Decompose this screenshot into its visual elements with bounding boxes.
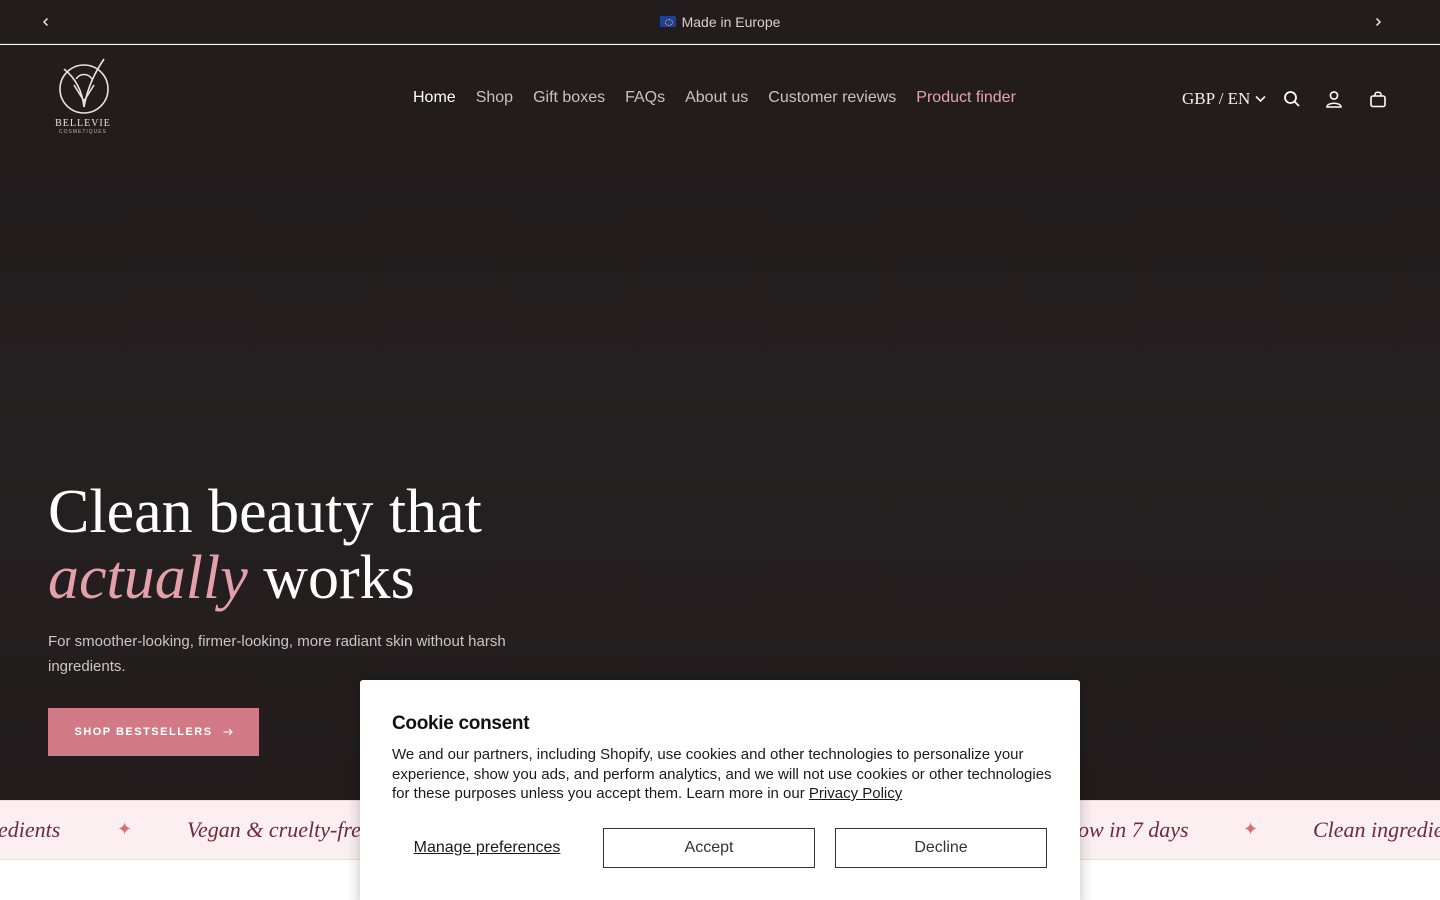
nav-about-us[interactable]: About us (685, 89, 748, 107)
currency-language-selector[interactable]: GBP / EN (1182, 89, 1266, 109)
chevron-down-icon (1255, 95, 1266, 103)
announcement-bar: Made in Europe (0, 0, 1440, 44)
announcement-text: Made in Europe (681, 13, 781, 30)
shop-bestsellers-button[interactable]: SHOP BESTSELLERS (48, 708, 259, 756)
nav-faqs[interactable]: FAQs (625, 89, 665, 107)
cookie-consent-dialog: Cookie consent We and our partners, incl… (360, 680, 1080, 900)
privacy-policy-link[interactable]: Privacy Policy (809, 785, 902, 802)
site-header: BELLEVIE COSMETIQUES Home Shop Gift boxe… (0, 45, 1440, 155)
logo-brand-text: BELLEVIE (55, 118, 111, 129)
account-icon[interactable] (1323, 88, 1345, 110)
hero-title-line1: Clean beauty that (48, 478, 482, 546)
logo[interactable]: BELLEVIE COSMETIQUES (48, 55, 118, 141)
hero-title-rest: works (247, 544, 415, 612)
sparkle-icon: ✦ (117, 819, 133, 839)
chevron-left-icon[interactable] (36, 12, 56, 32)
currency-label: GBP / EN (1182, 89, 1251, 108)
nav-home[interactable]: Home (413, 89, 456, 107)
sparkle-icon: ✦ (1243, 819, 1259, 839)
nav-customer-reviews[interactable]: Customer reviews (768, 89, 896, 107)
cookie-body-text: We and our partners, including Shopify, … (392, 746, 1052, 802)
shop-bestsellers-label: SHOP BESTSELLERS (74, 726, 213, 738)
logo-sub-text: COSMETIQUES (59, 129, 107, 135)
marquee-item: Clean ingredie (1313, 817, 1440, 842)
chevron-right-icon[interactable] (1368, 12, 1388, 32)
logo-emblem-icon (59, 58, 109, 114)
hero-title-emphasis: actually (48, 544, 248, 612)
eu-flag-icon (659, 16, 676, 27)
announcement-message: Made in Europe (659, 13, 781, 30)
nav-shop[interactable]: Shop (476, 89, 513, 107)
hero-subtitle: For smoother-looking, firmer-looking, mo… (48, 633, 506, 675)
nav-gift-boxes[interactable]: Gift boxes (533, 89, 605, 107)
cookie-text: We and our partners, including Shopify, … (392, 745, 1052, 804)
marquee-item: edients (0, 817, 61, 842)
manage-preferences-button[interactable]: Manage preferences (392, 828, 582, 868)
marquee-item: Vegan & cruelty-free (187, 817, 371, 842)
accept-button[interactable]: Accept (603, 828, 815, 868)
search-icon[interactable] (1281, 88, 1303, 110)
main-nav: Home Shop Gift boxes FAQs About us Custo… (413, 89, 1016, 107)
nav-product-finder[interactable]: Product finder (916, 89, 1016, 107)
cookie-title: Cookie consent (392, 713, 530, 734)
hero-title: Clean beauty that actually works (48, 479, 568, 611)
arrow-right-icon (223, 728, 233, 736)
cart-icon[interactable] (1367, 88, 1389, 110)
decline-button[interactable]: Decline (835, 828, 1047, 868)
marquee-item: ow in 7 days (1078, 817, 1189, 842)
